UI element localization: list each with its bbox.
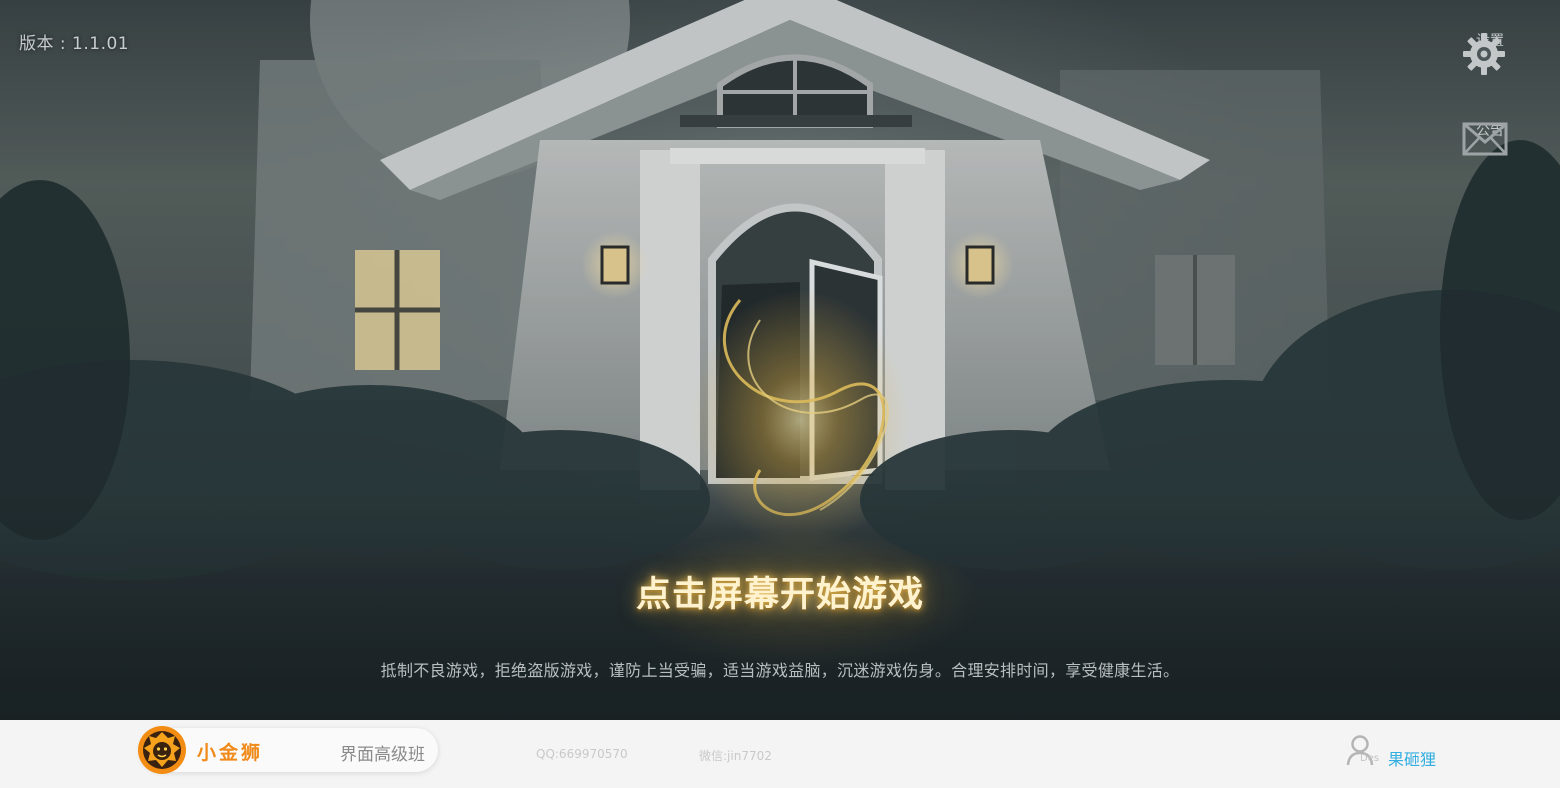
start-screen-background[interactable]: 版本 : 1.1.01 设置 公告 点击屏幕开始游戏 抵制不良游戏，拒绝盗版游戏… bbox=[0, 0, 1560, 720]
envelope-icon bbox=[1462, 122, 1508, 156]
footer-bar: 小金狮 界面高级班 QQ:669970570 微信:jin7702 Des 果砸… bbox=[0, 720, 1560, 788]
version-label: 版本 : 1.1.01 bbox=[19, 34, 130, 54]
settings-button[interactable]: 设置 bbox=[1462, 32, 1518, 75]
lion-logo-icon bbox=[138, 726, 186, 774]
course-name: 界面高级班 bbox=[340, 745, 425, 765]
brand-badge: 小金狮 界面高级班 bbox=[138, 726, 438, 774]
notice-button[interactable]: 公告 bbox=[1462, 122, 1518, 156]
health-notice: 抵制不良游戏，拒绝盗版游戏，谨防上当受骗，适当游戏益脑，沉迷游戏伤身。合理安排时… bbox=[380, 661, 1180, 680]
start-game-prompt[interactable]: 点击屏幕开始游戏 bbox=[0, 566, 1560, 617]
brand-name: 小金狮 bbox=[197, 742, 264, 764]
qq-contact: QQ:669970570 bbox=[536, 747, 628, 761]
gear-icon bbox=[1463, 33, 1505, 75]
wechat-contact: 微信:jin7702 bbox=[699, 749, 772, 763]
author-name: 果砸狸 bbox=[1388, 750, 1437, 769]
author-tag: Des bbox=[1360, 753, 1380, 764]
